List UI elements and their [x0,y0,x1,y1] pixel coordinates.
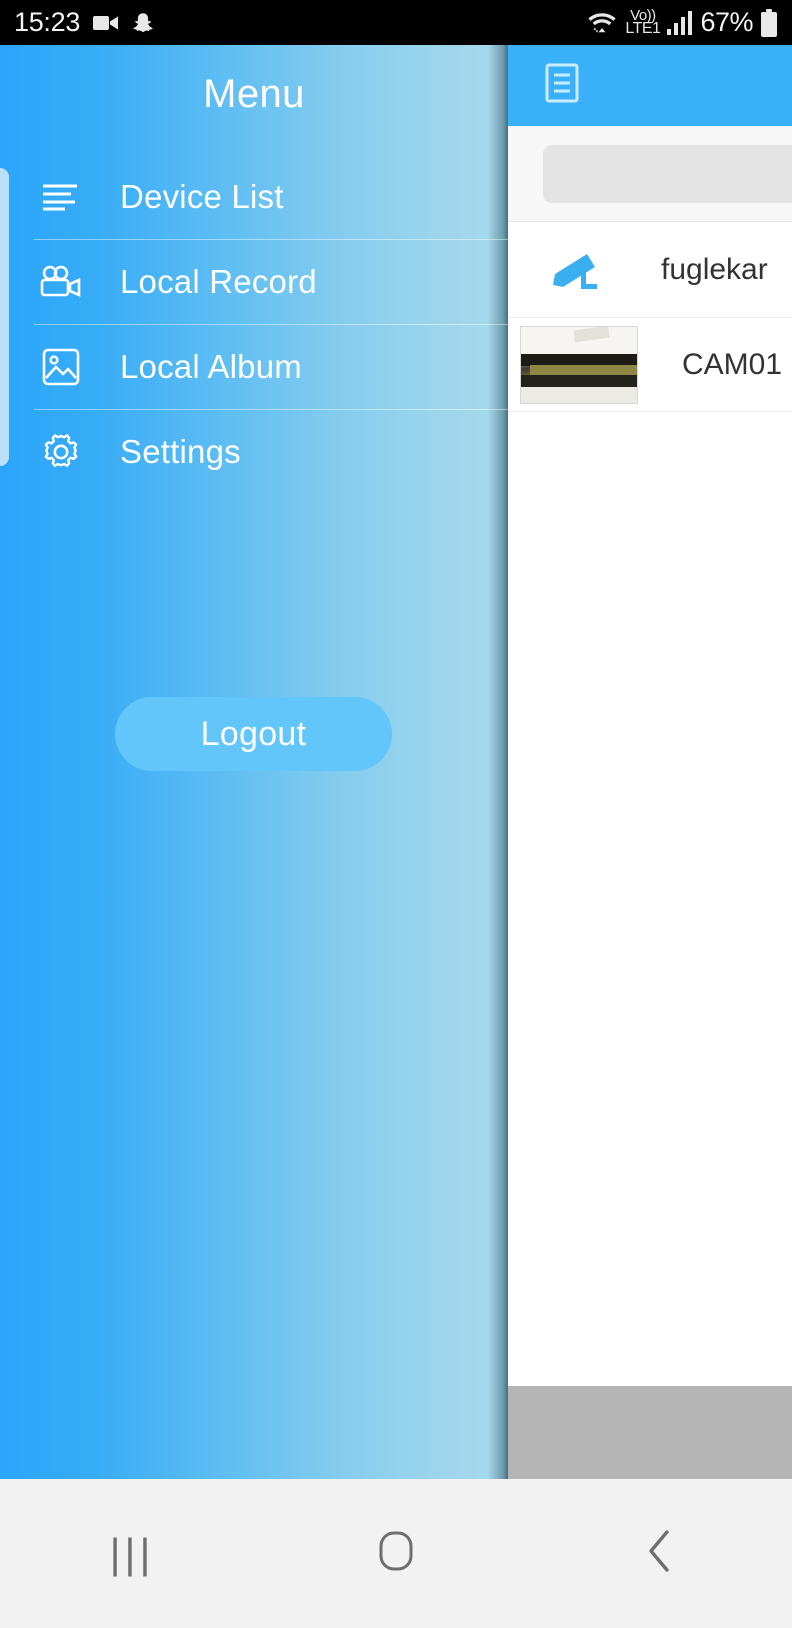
phone-screen: 15:23 Vo)) LTE1 67% fuglekar CAM01 Menu … [0,0,792,1628]
sidebar-item-local-album[interactable]: Local Album [0,325,508,409]
search-input[interactable] [543,144,792,203]
battery-percent-label: 67% [700,7,753,37]
device-name-label: fuglekar [661,252,768,286]
device-panel-bottom-bar [508,1386,792,1479]
drawer-scroll-indicator[interactable] [0,168,9,466]
status-bar-clock: 15:23 [14,7,81,37]
back-chevron-icon [645,1528,675,1579]
snapchat-icon [132,12,154,34]
drawer-title: Menu [203,72,305,116]
recents-button[interactable]: ||| [0,1479,264,1628]
status-bar-right: Vo)) LTE1 67% [586,8,778,37]
drawer-menu-list: Device List Local Record Local Album Set… [0,155,508,494]
sidebar-item-label: Local Album [120,348,302,385]
android-navigation-bar: ||| [0,1479,792,1628]
back-button[interactable] [528,1479,792,1628]
battery-icon [760,8,778,37]
recents-icon: ||| [109,1529,155,1577]
sidebar-item-settings[interactable]: Settings [0,410,508,494]
home-button[interactable] [264,1479,528,1628]
navigation-drawer: Menu Device List Local Record Local Albu… [0,45,508,1479]
video-camera-icon [38,259,84,305]
sidebar-item-local-record[interactable]: Local Record [0,240,508,324]
device-list-empty-area [508,414,792,1386]
volte-bottom-label: LTE1 [625,20,661,37]
sidebar-item-label: Local Record [120,263,317,300]
sidebar-item-device-list[interactable]: Device List [0,155,508,239]
volte-icon: Vo)) LTE1 [625,8,661,37]
video-camera-icon [93,13,119,33]
gear-icon [38,429,84,475]
status-bar-left: 15:23 [14,9,154,36]
cctv-camera-icon [543,244,617,296]
status-bar: 15:23 Vo)) LTE1 67% [0,0,792,45]
image-icon [38,344,84,390]
device-thumbnail [520,325,638,404]
signal-bars-icon [667,10,693,35]
list-lines-icon [38,174,84,220]
wifi-icon [586,10,618,36]
home-icon [378,1530,414,1577]
logout-button[interactable]: Logout [115,697,392,771]
device-name-label: CAM01 [682,347,783,381]
sidebar-item-label: Device List [120,178,284,215]
sidebar-item-label: Settings [120,433,241,470]
document-list-icon[interactable] [545,63,579,108]
